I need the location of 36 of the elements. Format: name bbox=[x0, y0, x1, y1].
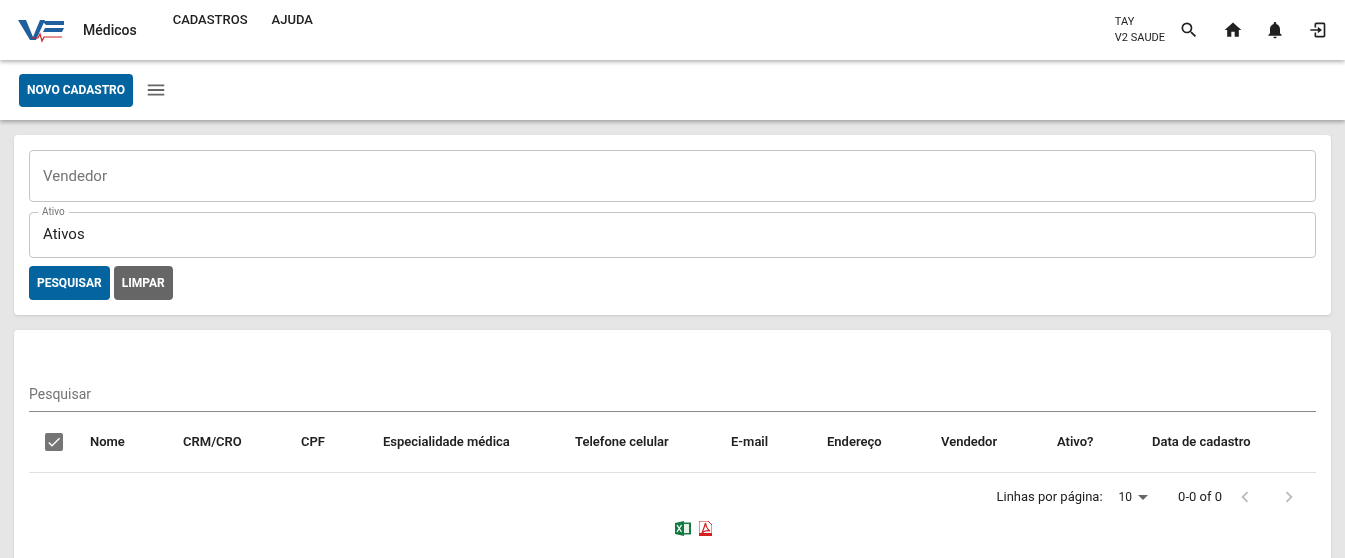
nav-menu-item[interactable]: AJUDA bbox=[271, 10, 313, 30]
page-title: Médicos bbox=[83, 20, 137, 40]
field-value: Ativos bbox=[43, 224, 85, 246]
column-header[interactable]: Especialidade médica bbox=[383, 432, 575, 452]
company-name: V2 SAUDE bbox=[1114, 30, 1165, 46]
column-header[interactable]: CPF bbox=[301, 432, 383, 452]
select-all-checkbox[interactable] bbox=[45, 433, 63, 451]
rows-per-page-select[interactable]: 10 bbox=[1118, 488, 1149, 506]
clear-button[interactable]: LIMPAR bbox=[113, 266, 173, 300]
new-record-button[interactable]: NOVO CADASTRO bbox=[19, 73, 134, 107]
field-label: Vendedor bbox=[43, 165, 107, 187]
column-header[interactable]: Vendedor bbox=[941, 432, 1057, 452]
dropdown-caret-icon bbox=[1138, 494, 1149, 500]
column-header[interactable]: E-mail bbox=[731, 432, 827, 452]
page-range: 0-0 of 0 bbox=[1178, 488, 1222, 507]
logo-icon bbox=[18, 17, 66, 43]
column-header[interactable]: Ativo? bbox=[1057, 432, 1152, 452]
text-field[interactable]: Ativo Ativos bbox=[29, 206, 1316, 258]
search-icon[interactable] bbox=[1179, 20, 1199, 40]
home-icon[interactable] bbox=[1223, 20, 1243, 40]
column-header[interactable]: Endereço bbox=[827, 432, 941, 452]
pdf-export-icon[interactable] bbox=[699, 521, 712, 536]
user-name: TAY bbox=[1114, 14, 1136, 30]
text-field[interactable]: Vendedor bbox=[29, 150, 1316, 202]
table-search-field[interactable]: Pesquisar bbox=[29, 378, 1316, 412]
column-header[interactable]: Telefone celular bbox=[575, 432, 731, 452]
field-label: Ativo bbox=[41, 206, 66, 218]
rows-per-page-label: Linhas por página: bbox=[996, 488, 1103, 507]
bell-icon[interactable] bbox=[1265, 20, 1285, 40]
search-button[interactable]: PESQUISAR bbox=[29, 266, 110, 300]
column-header[interactable]: Data de cadastro bbox=[1152, 432, 1302, 452]
column-header[interactable]: Nome bbox=[90, 432, 183, 452]
spreadsheet-export-icon[interactable] bbox=[675, 521, 691, 536]
nav-menu-item[interactable]: CADASTROS bbox=[172, 10, 248, 30]
column-header[interactable]: CRM/CRO bbox=[183, 432, 301, 452]
logout-icon[interactable] bbox=[1307, 20, 1327, 40]
